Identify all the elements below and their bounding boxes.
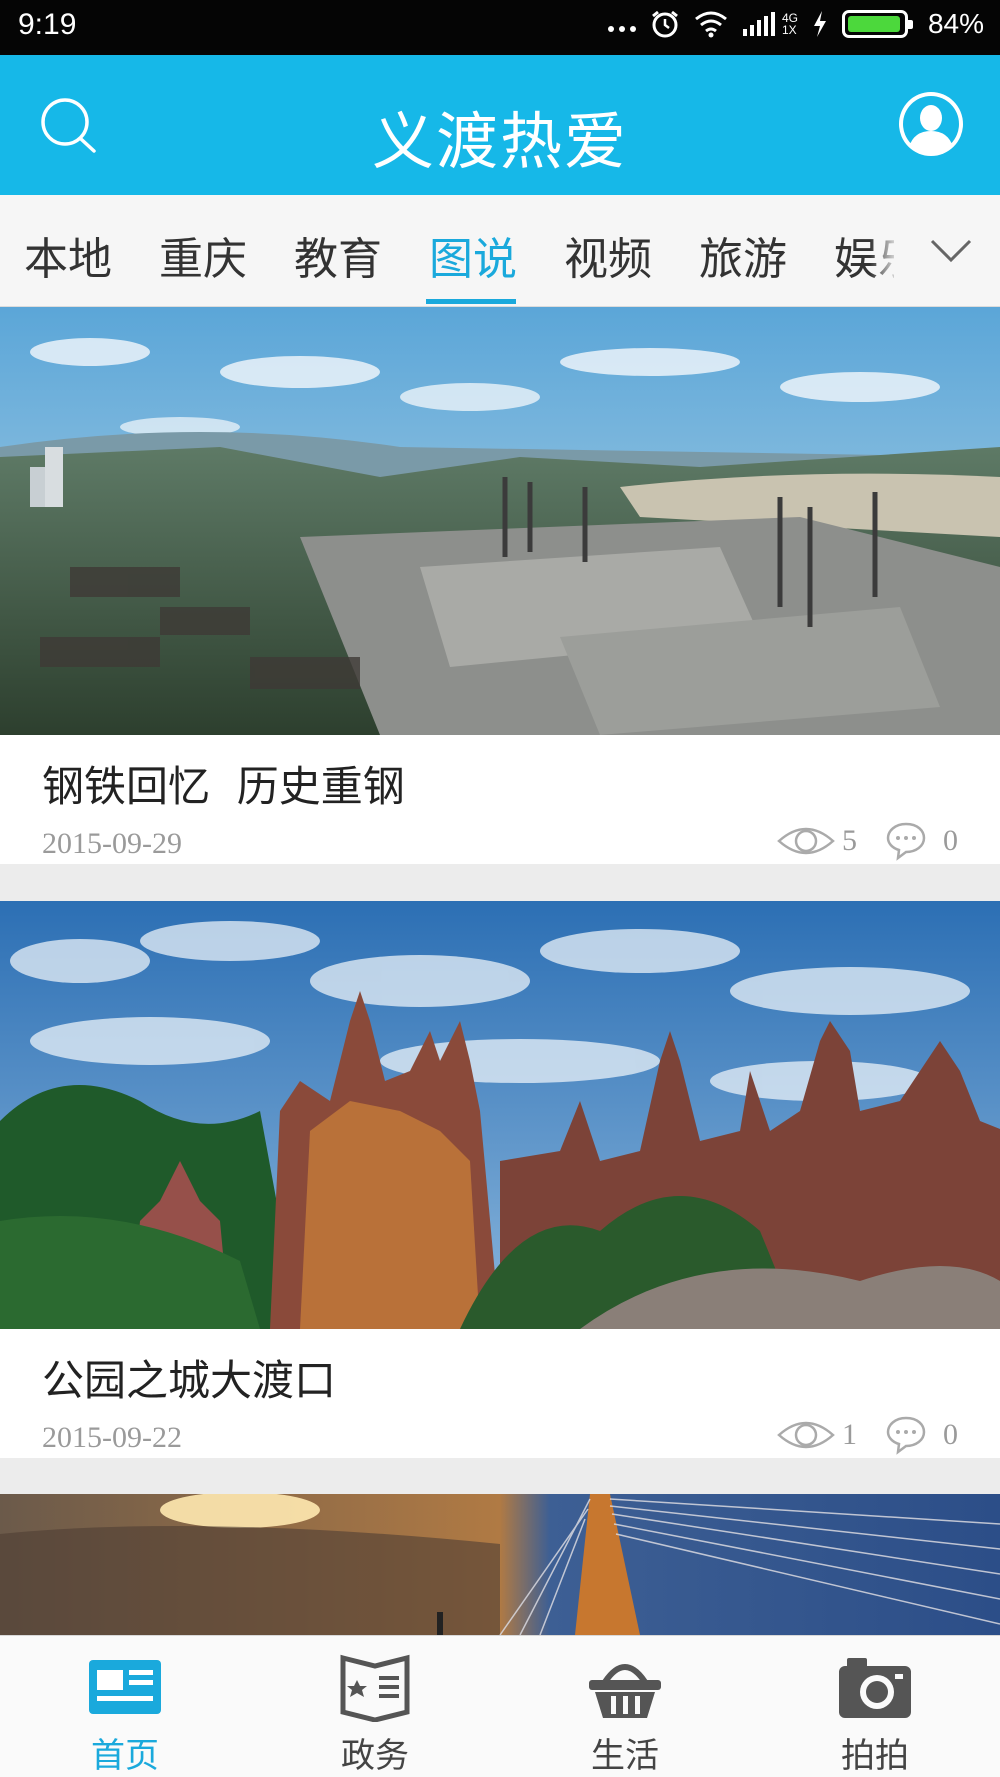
comment-icon[interactable] — [885, 821, 927, 861]
signal-icon — [742, 12, 775, 36]
view-count: 5 — [842, 824, 857, 857]
tab-active-indicator — [426, 299, 516, 304]
bottom-navigation: 首页 政务 生活 拍拍 — [0, 1635, 1000, 1777]
comment-count: 0 — [943, 1418, 958, 1451]
article-date: 2015-09-22 — [42, 1421, 182, 1454]
nav-home[interactable]: 首页 — [0, 1636, 250, 1777]
status-bar: 9:19 4G 1X 84% — [0, 0, 1000, 55]
battery-icon — [841, 10, 913, 38]
status-icons: 4G 1X 84% — [607, 8, 984, 40]
view-count-icon — [777, 827, 835, 855]
nav-snap-label: 拍拍 — [841, 1736, 909, 1776]
charging-icon — [813, 11, 826, 37]
tab-fade — [870, 195, 900, 305]
tab-video[interactable]: 视频 — [564, 223, 652, 287]
nav-government-label: 政务 — [341, 1736, 409, 1776]
view-count-icon — [777, 1421, 835, 1449]
view-count: 1 — [842, 1418, 857, 1451]
nav-government[interactable]: 政务 — [250, 1636, 500, 1777]
article-image-castle[interactable] — [0, 901, 1000, 1329]
feed-card[interactable] — [0, 1494, 1000, 1635]
article-image-steelworks[interactable] — [0, 307, 1000, 735]
news-icon — [89, 1660, 161, 1714]
status-time: 9:19 — [18, 8, 77, 41]
tab-photo-story[interactable]: 图说 — [429, 223, 517, 287]
tab-travel[interactable]: 旅游 — [699, 223, 787, 287]
wifi-icon — [695, 11, 727, 38]
comment-icon[interactable] — [885, 1415, 927, 1455]
article-meta: 1 0 — [776, 1415, 958, 1455]
tab-chongqing[interactable]: 重庆 — [159, 223, 247, 287]
camera-icon — [839, 1658, 911, 1718]
app-header: 义渡热爱 — [0, 55, 1000, 195]
user-avatar-icon[interactable] — [896, 89, 966, 159]
more-dots-icon — [607, 26, 636, 32]
nav-life-label: 生活 — [591, 1736, 659, 1776]
article-headline[interactable]: 钢铁回忆 历史重钢 — [42, 753, 405, 814]
article-image-bridge[interactable] — [0, 1494, 1000, 1635]
basket-icon — [589, 1664, 661, 1718]
nav-snap[interactable]: 拍拍 — [750, 1636, 1000, 1777]
network-type-bottom: 1X — [781, 23, 797, 37]
chevron-down-icon[interactable] — [928, 233, 974, 269]
tab-local[interactable]: 本地 — [24, 223, 112, 287]
network-type-label: 4G 1X — [782, 12, 798, 36]
feed-card[interactable]: 钢铁回忆 历史重钢 2015-09-29 5 0 — [0, 307, 1000, 864]
article-date: 2015-09-29 — [42, 827, 182, 860]
nav-life[interactable]: 生活 — [500, 1636, 750, 1777]
tab-education[interactable]: 教育 — [294, 223, 382, 287]
app-title: 义渡热爱 — [371, 105, 628, 178]
article-meta: 5 0 — [776, 821, 958, 861]
alarm-icon — [652, 10, 678, 38]
category-tabs: 本地 重庆 教育 图说 视频 旅游 娱乐 — [0, 195, 1000, 307]
battery-percent: 84% — [927, 8, 984, 39]
article-headline[interactable]: 公园之城大渡口 — [42, 1347, 336, 1408]
nav-home-label: 首页 — [91, 1736, 159, 1776]
comment-count: 0 — [943, 824, 958, 857]
government-book-icon — [340, 1654, 410, 1722]
feed-card[interactable]: 公园之城大渡口 2015-09-22 1 0 — [0, 901, 1000, 1458]
